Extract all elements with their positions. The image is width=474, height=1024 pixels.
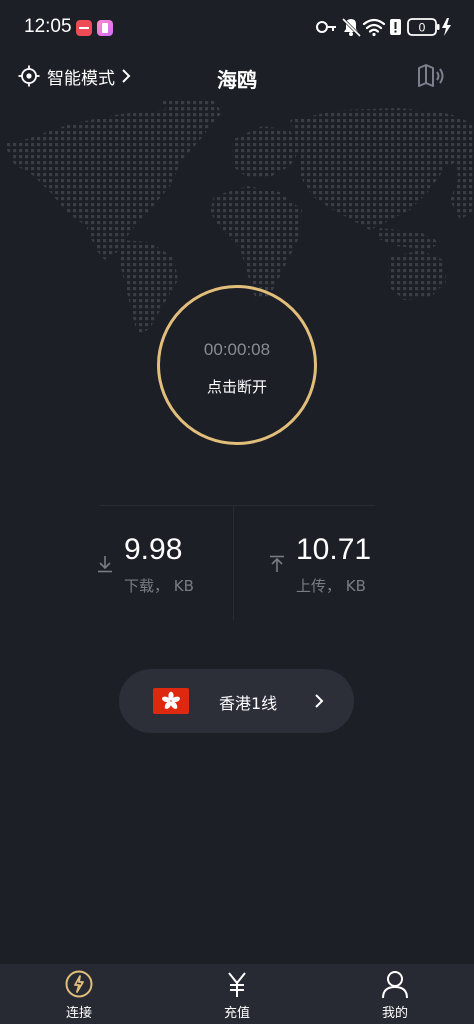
battery-icon: 0 bbox=[407, 18, 440, 36]
hong-kong-flag-icon bbox=[153, 688, 189, 714]
page-title: 海鸥 bbox=[217, 68, 257, 92]
sim-icon bbox=[390, 19, 401, 35]
nav-label-profile: 我的 bbox=[381, 1006, 408, 1021]
server-name: 香港1线 bbox=[219, 694, 278, 713]
yuan-icon bbox=[228, 972, 246, 997]
key-icon bbox=[316, 21, 336, 33]
header: 智能模式 海鸥 bbox=[0, 56, 474, 100]
upload-label: 上传， KB bbox=[296, 577, 366, 595]
wifi-icon bbox=[362, 18, 386, 37]
disconnect-button[interactable]: 00:00:08 点击断开 bbox=[157, 285, 317, 445]
disconnect-label: 点击断开 bbox=[206, 378, 267, 396]
chevron-right-icon bbox=[315, 694, 324, 708]
nav-item-profile[interactable]: 我的 bbox=[345, 964, 445, 1024]
map-speaker-icon[interactable] bbox=[416, 62, 446, 90]
nav-label-connect: 连接 bbox=[65, 1006, 92, 1021]
app-screen: 12:05 0 智能模式 海鸥 00:00:08 点击断开 9.98 下载， K… bbox=[0, 0, 474, 1024]
stats-divider-line bbox=[100, 505, 375, 506]
nav-item-recharge[interactable]: 充值 bbox=[187, 964, 287, 1024]
status-icons: 0 bbox=[316, 17, 451, 38]
app-notification-icon bbox=[97, 20, 113, 36]
bottom-nav: 连接 充值 我的 bbox=[0, 964, 474, 1024]
upload-value: 10.71 bbox=[296, 533, 372, 566]
download-value: 9.98 bbox=[124, 533, 183, 566]
profile-icon bbox=[382, 971, 408, 999]
app-notification-icon bbox=[76, 20, 92, 36]
nav-label-recharge: 充值 bbox=[223, 1006, 250, 1021]
connect-icon bbox=[65, 970, 93, 998]
stats-divider bbox=[233, 505, 234, 620]
server-selector-button[interactable]: 香港1线 bbox=[119, 669, 354, 733]
upload-arrow-icon bbox=[270, 555, 284, 572]
svg-text:0: 0 bbox=[419, 21, 426, 35]
charging-icon bbox=[442, 18, 451, 36]
status-time: 12:05 bbox=[24, 16, 72, 37]
download-arrow-icon bbox=[98, 556, 112, 573]
bell-muted-icon bbox=[341, 17, 362, 38]
connection-timer: 00:00:08 bbox=[203, 340, 271, 359]
status-bar: 12:05 0 bbox=[0, 0, 474, 56]
nav-item-connect[interactable]: 连接 bbox=[29, 964, 129, 1024]
download-label: 下载， KB bbox=[124, 577, 194, 595]
